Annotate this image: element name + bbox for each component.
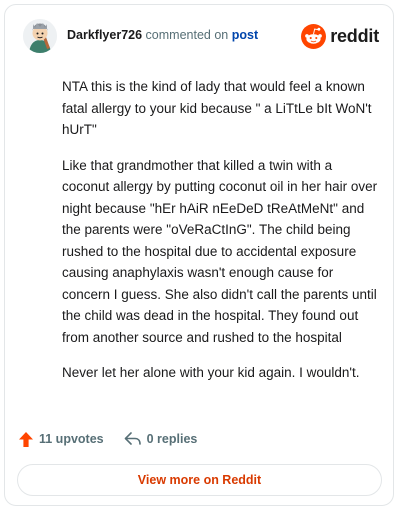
reddit-logo[interactable]: reddit (301, 23, 379, 49)
comment-actions: 11 upvotes 0 replies (18, 429, 197, 449)
embedded-comment-card: Darkflyer726 commented on post reddit NT… (4, 4, 394, 506)
view-more-button[interactable]: View more on Reddit (17, 464, 382, 496)
comment-paragraph: Like that grandmother that killed a twin… (62, 157, 378, 345)
comment-meta: Darkflyer726 commented on post (67, 28, 258, 42)
comment-paragraph: Never let her alone with your kid again.… (62, 365, 360, 380)
upvote-button[interactable]: 11 upvotes (18, 431, 104, 448)
reddit-wordmark: reddit (330, 25, 379, 46)
avatar-image (23, 19, 57, 53)
reply-button[interactable]: 0 replies (124, 431, 198, 447)
reddit-snoo-icon (301, 23, 327, 49)
avatar[interactable] (23, 19, 57, 53)
upvote-count: 11 upvotes (39, 432, 104, 446)
commented-on-text: commented on (145, 28, 229, 42)
username-link[interactable]: Darkflyer726 (67, 28, 142, 42)
comment-paragraph: NTA this is the kind of lady that would … (62, 79, 372, 137)
post-link[interactable]: post (232, 28, 258, 42)
reply-arrow-icon (124, 432, 141, 445)
upvote-arrow-icon (19, 431, 33, 447)
comment-header: Darkflyer726 commented on post reddit (17, 17, 381, 57)
comment-body: NTA this is the kind of lady that would … (62, 76, 380, 398)
reply-count: 0 replies (146, 432, 198, 446)
